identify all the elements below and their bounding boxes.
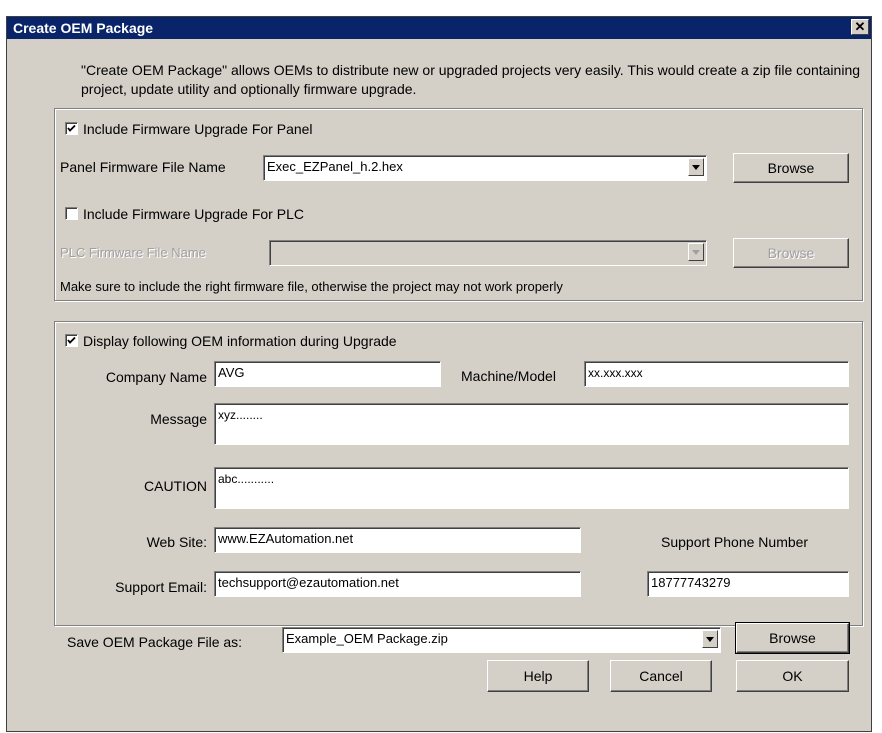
support-email-input[interactable]: techsupport@ezautomation.net	[214, 571, 581, 597]
save-package-file-select[interactable]: Example_OEM Package.zip	[282, 627, 721, 653]
caution-value: abc...........	[218, 472, 275, 486]
checkmark-icon	[67, 336, 76, 344]
ok-button[interactable]: OK	[736, 660, 849, 692]
company-name-input[interactable]: AVG	[214, 361, 441, 387]
cancel-button[interactable]: Cancel	[610, 660, 712, 692]
panel-firmware-file-value: Exec_EZPanel_h.2.hex	[267, 159, 403, 174]
panel-browse-button[interactable]: Browse	[733, 153, 849, 183]
support-phone-input[interactable]: 18777743279	[647, 571, 849, 597]
caution-label: CAUTION	[144, 478, 207, 494]
machine-model-label: Machine/Model	[461, 368, 556, 384]
support-email-label: Support Email:	[115, 579, 207, 595]
website-label: Web Site:	[146, 534, 207, 550]
save-package-dropdown-button[interactable]	[702, 630, 718, 648]
support-phone-label: Support Phone Number	[661, 534, 809, 550]
plc-firmware-checkbox[interactable]	[65, 207, 78, 220]
message-label: Message	[150, 411, 207, 427]
message-value: xyz........	[218, 408, 263, 422]
save-browse-button[interactable]: Browse	[735, 622, 850, 654]
machine-model-value: xx.xxx.xxx	[588, 366, 643, 380]
chevron-down-icon	[706, 637, 714, 642]
firmware-note: Make sure to include the right firmware …	[60, 279, 563, 294]
plc-firmware-file-select[interactable]	[269, 240, 707, 266]
panel-firmware-checkbox[interactable]	[65, 122, 78, 135]
checkmark-icon	[67, 124, 76, 132]
create-oem-package-dialog: Create OEM Package ✕ "Create OEM Package…	[6, 16, 872, 732]
website-value: www.EZAutomation.net	[218, 531, 354, 546]
save-package-file-value: Example_OEM Package.zip	[286, 631, 448, 646]
machine-model-input[interactable]: xx.xxx.xxx	[584, 361, 849, 387]
plc-firmware-checkbox-label: Include Firmware Upgrade For PLC	[83, 206, 304, 222]
oem-info-checkbox[interactable]	[65, 334, 78, 347]
window-title: Create OEM Package	[13, 20, 154, 36]
title-bar[interactable]: Create OEM Package ✕	[7, 17, 871, 39]
panel-firmware-file-label: Panel Firmware File Name	[60, 159, 226, 175]
message-input[interactable]: xyz........	[214, 403, 849, 445]
close-icon: ✕	[854, 19, 866, 34]
chevron-down-icon	[692, 250, 700, 255]
plc-firmware-dropdown-button[interactable]	[688, 243, 704, 261]
panel-firmware-dropdown-button[interactable]	[688, 158, 704, 176]
website-input[interactable]: www.EZAutomation.net	[214, 527, 581, 553]
close-button[interactable]: ✕	[851, 19, 869, 35]
plc-firmware-file-label: PLC Firmware File Name	[60, 245, 206, 260]
support-email-value: techsupport@ezautomation.net	[218, 575, 399, 590]
save-package-label: Save OEM Package File as:	[67, 634, 243, 650]
panel-firmware-file-select[interactable]: Exec_EZPanel_h.2.hex	[263, 155, 707, 181]
description-text: "Create OEM Package" allows OEMs to dist…	[81, 62, 861, 97]
company-name-label: Company Name	[105, 369, 207, 385]
chevron-down-icon	[692, 165, 700, 170]
company-name-value: AVG	[218, 365, 245, 380]
support-phone-value: 18777743279	[651, 575, 731, 590]
caution-input[interactable]: abc...........	[214, 467, 849, 509]
help-button[interactable]: Help	[487, 660, 589, 692]
oem-info-checkbox-label: Display following OEM information during…	[83, 333, 397, 349]
panel-firmware-checkbox-label: Include Firmware Upgrade For Panel	[83, 121, 313, 137]
plc-browse-button[interactable]: Browse	[733, 238, 849, 268]
